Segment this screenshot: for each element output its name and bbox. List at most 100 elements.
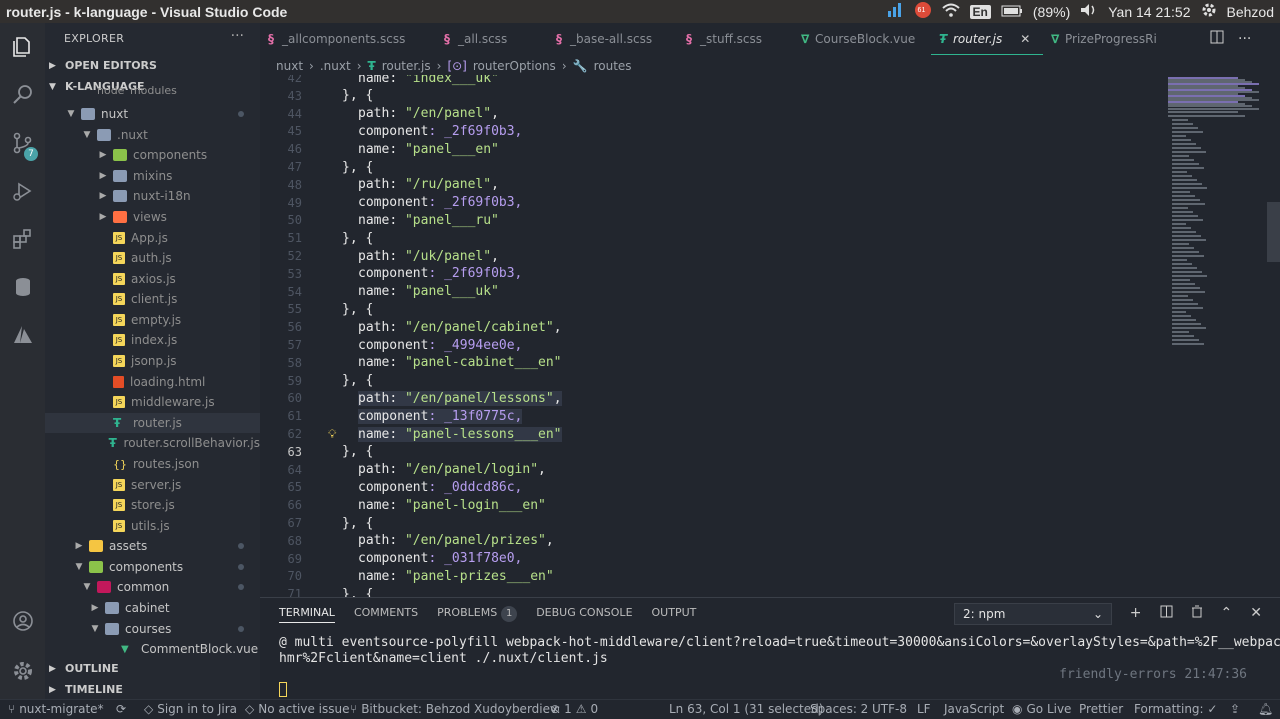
tree-file[interactable]: ▼ CommentBlock.vue — [45, 639, 260, 659]
wifi-icon[interactable] — [941, 3, 960, 20]
add-terminal-icon[interactable]: + — [1130, 605, 1142, 622]
timeline-section[interactable]: ▶ TIMELINE — [49, 683, 123, 696]
terminal-select[interactable]: 2: npm ⌄ — [954, 603, 1112, 625]
code-line[interactable]: 59}, { — [260, 372, 374, 390]
explorer-activity[interactable] — [0, 23, 45, 71]
bitbucket-status[interactable]: ⑂ Bitbucket: Behzod Xudoyberdiev: — [350, 702, 561, 716]
code-line[interactable]: 56 path: "/en/panel/cabinet", — [260, 318, 562, 336]
tree-folder[interactable]: ▶ assets — [45, 536, 260, 556]
tab-problems[interactable]: PROBLEMS 1 — [437, 606, 518, 623]
tree-file[interactable]: JS index.js — [45, 330, 260, 350]
tree-file[interactable]: JS axios.js — [45, 269, 260, 289]
code-line[interactable]: 54 name: "panel___uk" — [260, 283, 499, 301]
tree-file[interactable]: JS client.js — [45, 289, 260, 309]
tree-file[interactable]: Ŧrouter.js — [45, 413, 260, 433]
code-line[interactable]: 61 component: _13f0775c, — [260, 407, 523, 425]
breadcrumb-item[interactable]: router.js — [382, 59, 431, 73]
user-name[interactable]: Behzod — [1227, 4, 1274, 20]
code-line[interactable]: 70 name: "panel-prizes___en" — [260, 567, 554, 585]
dropbox-icon[interactable] — [886, 2, 904, 21]
manage-activity[interactable] — [0, 647, 45, 695]
issue-status[interactable]: ◇ No active issue — [245, 702, 349, 716]
clock[interactable]: Yan 14 21:52 — [1108, 4, 1190, 20]
code-line[interactable]: 71}, { — [260, 585, 374, 597]
sync-icon[interactable]: ⟳ — [116, 702, 126, 716]
code-line[interactable]: 60 path: "/en/panel/lessons", — [260, 389, 562, 407]
code-line[interactable]: 50 name: "panel___ru" — [260, 211, 499, 229]
tree-folder[interactable]: ▼ common — [45, 577, 260, 597]
breadcrumb-item[interactable]: .nuxt — [320, 59, 351, 73]
tree-file[interactable]: JS utils.js — [45, 516, 260, 536]
notification-icon[interactable]: 61 — [914, 1, 932, 22]
jira-status[interactable]: ◇ Sign in to Jira — [144, 702, 237, 716]
tree-file[interactable]: JS empty.js — [45, 310, 260, 330]
lightbulb-icon[interactable]: 💡︎ — [328, 427, 336, 442]
tree-folder[interactable]: ▶ views — [45, 207, 260, 227]
tree-folder[interactable]: ▶ cabinet — [45, 598, 260, 618]
code-line[interactable]: 47}, { — [260, 158, 374, 176]
code-line[interactable]: 51}, { — [260, 229, 374, 247]
tab-terminal[interactable]: TERMINAL — [279, 606, 335, 623]
cursor-position[interactable]: Ln 63, Col 1 (31 selected) — [669, 702, 823, 716]
editor-tab[interactable]: § _base-all.scss — [548, 23, 678, 55]
language-mode[interactable]: JavaScript — [944, 702, 1004, 716]
tree-file[interactable]: JS auth.js — [45, 248, 260, 268]
trash-icon[interactable] — [1191, 605, 1203, 622]
split-terminal-icon[interactable] — [1160, 605, 1173, 622]
editor-tab[interactable]: § _stuff.scss — [678, 23, 793, 55]
code-line[interactable]: 55}, { — [260, 300, 374, 318]
azure-activity[interactable] — [0, 311, 45, 359]
tree-file[interactable]: JS server.js — [45, 475, 260, 495]
tree-folder[interactable]: ▶ mixins — [45, 166, 260, 186]
tree-folder[interactable]: ▼ .nuxt — [45, 125, 260, 145]
tree-file[interactable]: JS store.js — [45, 495, 260, 515]
volume-icon[interactable] — [1080, 3, 1098, 20]
breadcrumb-item[interactable]: nuxt — [276, 59, 303, 73]
tree-file[interactable]: {} routes.json — [45, 454, 260, 474]
maximize-panel-icon[interactable]: ⌃ — [1221, 605, 1233, 622]
tree-file[interactable]: Ŧrouter.scrollBehavior.js — [45, 433, 260, 453]
outline-section[interactable]: ▶ OUTLINE — [49, 662, 119, 675]
code-line[interactable]: 69 component: _031f78e0, — [260, 550, 523, 568]
code-line[interactable]: 49 component: _2f69f0b3, — [260, 194, 523, 212]
split-editor-icon[interactable] — [1210, 30, 1224, 48]
tree-folder[interactable]: ▼ nuxt — [45, 104, 260, 124]
code-line[interactable]: 42 name: "index___uk" — [260, 75, 499, 87]
battery-icon[interactable] — [1001, 4, 1023, 20]
branch-status[interactable]: ⑂ nuxt-migrate* — [8, 702, 104, 716]
open-editors-section[interactable]: ▶ OPEN EDITORS — [49, 59, 157, 72]
code-line[interactable]: 65 component: _0ddcd86c, — [260, 478, 523, 496]
terminal-output[interactable]: @ multi eventsource-polyfill webpack-hot… — [279, 635, 1280, 667]
close-panel-icon[interactable]: ✕ — [1250, 605, 1262, 622]
accounts-activity[interactable] — [0, 597, 45, 645]
extensions-activity[interactable] — [0, 215, 45, 263]
code-line[interactable]: 67}, { — [260, 514, 374, 532]
search-activity[interactable] — [0, 71, 45, 119]
encoding[interactable]: UTF-8 — [872, 702, 907, 716]
more-actions-icon[interactable]: ··· — [1238, 31, 1251, 47]
code-line[interactable]: 53 component: _2f69f0b3, — [260, 265, 523, 283]
source-control-activity[interactable]: 7 — [0, 119, 45, 167]
formatting-status[interactable]: Formatting: ✓ — [1134, 702, 1217, 716]
tree-folder[interactable]: ▶ nuxt-i18n — [45, 186, 260, 206]
code-line[interactable]: 46 name: "panel___en" — [260, 140, 499, 158]
keyboard-layout[interactable]: En — [969, 4, 991, 19]
database-activity[interactable] — [0, 263, 45, 311]
code-line[interactable]: 66 name: "panel-login___en" — [260, 496, 546, 514]
code-line[interactable]: 44 path: "/en/panel", — [260, 105, 499, 123]
tab-comments[interactable]: COMMENTS — [354, 606, 418, 623]
live-share-icon[interactable]: ⇪ — [1230, 702, 1240, 716]
settings-gear-icon[interactable] — [1201, 2, 1217, 21]
notifications-bell-icon[interactable]: 🔔︎ — [1258, 702, 1273, 716]
code-line[interactable]: 63}, { — [260, 443, 374, 461]
breadcrumb-item[interactable]: routerOptions — [473, 59, 556, 73]
code-line[interactable]: 68 path: "/en/panel/prizes", — [260, 532, 554, 550]
code-line[interactable]: 64 path: "/en/panel/login", — [260, 461, 546, 479]
code-line[interactable]: 43}, { — [260, 87, 374, 105]
tree-folder[interactable]: ▼ components — [45, 557, 260, 577]
code-line[interactable]: 48 path: "/ru/panel", — [260, 176, 499, 194]
tab-debug-console[interactable]: DEBUG CONSOLE — [536, 606, 632, 623]
editor-tab[interactable]: § _allcomponents.scss — [260, 23, 436, 55]
tree-file[interactable]: JS jsonp.js — [45, 351, 260, 371]
tree-folder[interactable]: ▶ components — [45, 145, 260, 165]
